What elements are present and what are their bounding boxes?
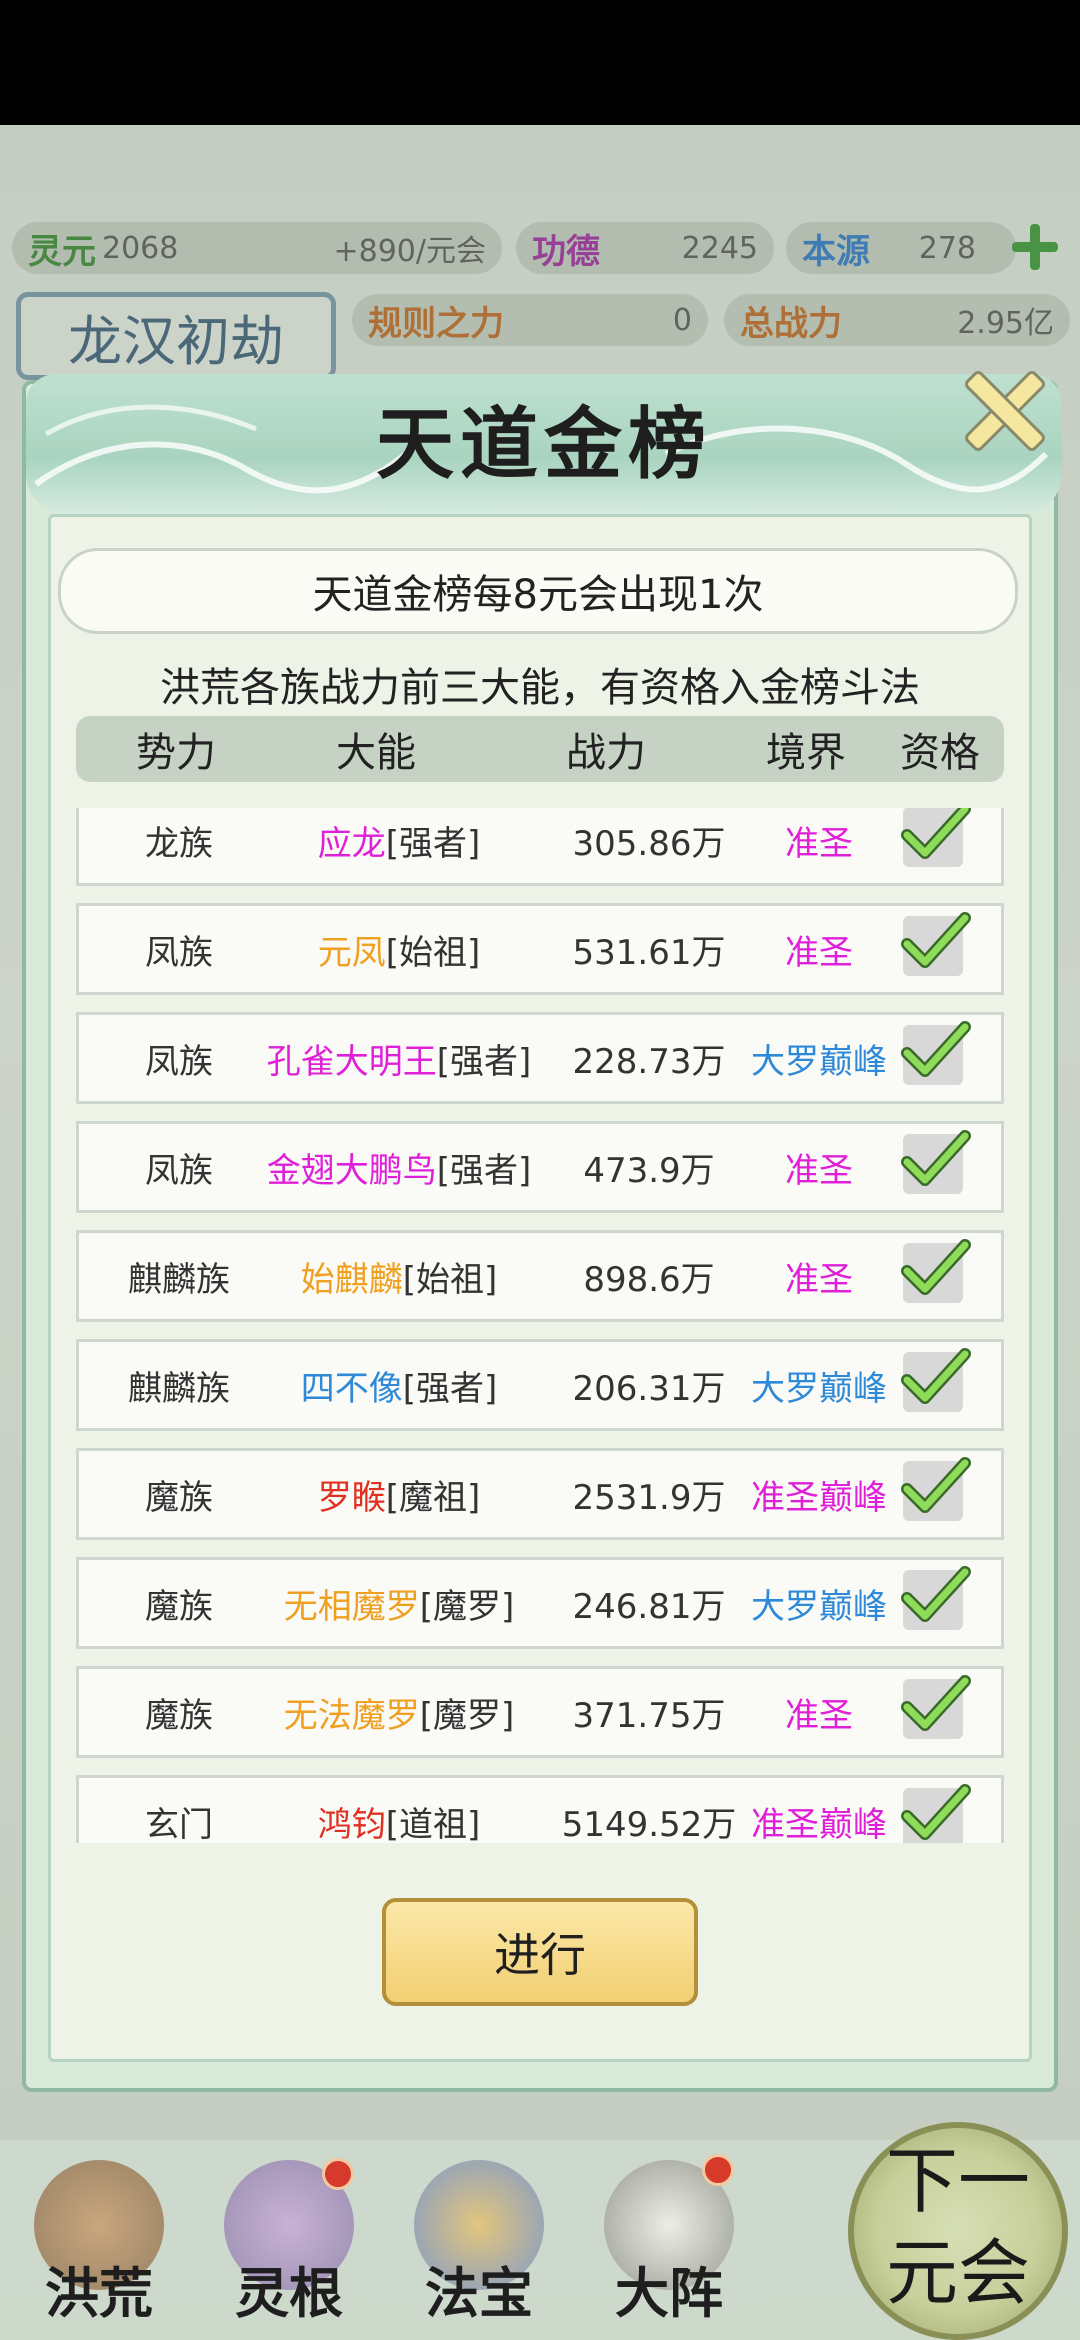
row-title-text: [强者] [385,823,481,864]
row-title-text: [魔罗] [419,1586,515,1627]
row-name: 无法魔罗[魔罗] [239,1688,559,1737]
table-row: 玄门 鸿钧[道祖] 5149.52万 准圣巅峰 [76,1775,1004,1843]
proceed-button[interactable]: 进行 [382,1898,698,2006]
info-banner: 天道金榜每8元会出现1次 [58,548,1018,634]
row-name-text: 四不像 [300,1368,403,1409]
row-realm: 准圣 [785,932,853,973]
row-qualification [901,1239,971,1309]
check-icon [901,912,971,976]
row-realm: 大罗巅峰 [751,1586,887,1627]
nav-label-honghuang: 洪荒 [45,2261,153,2325]
nav-label-dazhen: 大阵 [615,2261,723,2325]
row-name-text: 无法魔罗 [283,1695,420,1736]
table-row: 麒麟族 四不像[强者] 206.31万 大罗巅峰 [76,1339,1004,1431]
check-icon [901,1239,971,1303]
row-name-text: 始麒麟 [300,1259,403,1300]
check-icon [901,1130,971,1194]
row-name-text: 金翅大鹏鸟 [266,1150,437,1191]
row-name-text: 应龙 [317,823,386,864]
table-row: 凤族 元凤[始祖] 531.61万 准圣 [76,903,1004,995]
table-header: 势力 大能 战力 境界 资格 [76,716,1004,782]
row-name-text: 元凤 [317,932,386,973]
table-row: 麒麟族 始麒麟[始祖] 898.6万 准圣 [76,1230,1004,1322]
header-realm: 境界 [766,730,846,776]
check-icon [901,1784,971,1843]
table-row: 龙族 应龙[强者] 305.86万 准圣 [76,808,1004,886]
modal-header: 天道金榜 [26,374,1062,514]
close-button[interactable] [952,358,1052,458]
nav-item-linggen[interactable]: 灵根 [204,2140,374,2340]
row-qualification [901,912,971,982]
next-era-button[interactable]: 下一 元会 [848,2122,1068,2340]
row-realm: 准圣 [785,823,853,864]
row-realm: 准圣巅峰 [751,1477,887,1518]
check-icon [901,1566,971,1630]
notification-badge [702,2154,734,2186]
modal-title: 天道金榜 [375,399,712,490]
row-name: 鸿钧[道祖] [239,1797,559,1844]
header-qualification: 资格 [900,730,980,776]
row-name-text: 无相魔罗 [283,1586,420,1627]
check-icon [901,1348,971,1412]
row-name-text: 孔雀大明王 [266,1041,437,1082]
row-qualification [901,1021,971,1091]
header-power: 战力 [566,730,646,776]
row-name: 金翅大鹏鸟[强者] [239,1143,559,1192]
row-title-text: [强者] [436,1041,532,1082]
row-name: 四不像[强者] [239,1361,559,1410]
next-era-line1: 下一 [885,2139,1030,2223]
nav-item-fabao[interactable]: 法宝 [394,2140,564,2340]
row-title-text: [始祖] [385,932,481,973]
row-name: 孔雀大明王[强者] [239,1034,559,1083]
header-name: 大能 [336,730,416,776]
nav-label-linggen: 灵根 [235,2261,343,2325]
close-icon [962,368,1042,448]
row-qualification [901,1130,971,1200]
table-row: 魔族 无相魔罗[魔罗] 246.81万 大罗巅峰 [76,1557,1004,1649]
row-qualification [901,1675,971,1745]
row-realm: 大罗巅峰 [751,1041,887,1082]
row-name-text: 罗睺 [317,1477,386,1518]
row-qualification [901,808,971,873]
next-era-line2: 元会 [885,2231,1030,2315]
row-qualification [901,1784,971,1843]
row-title-text: [始祖] [402,1259,498,1300]
ranking-list[interactable]: 龙族 应龙[强者] 305.86万 准圣凤族 元凤[始祖] 531.61万 准圣 凤族 孔雀大明… [76,808,1004,1843]
table-row: 魔族 无法魔罗[魔罗] 371.75万 准圣 [76,1666,1004,1758]
row-realm: 大罗巅峰 [751,1368,887,1409]
row-realm: 准圣巅峰 [751,1804,887,1844]
row-name: 罗睺[魔祖] [239,1470,559,1519]
status-bar [0,0,1080,125]
row-name: 无相魔罗[魔罗] [239,1579,559,1628]
row-title-text: [强者] [436,1150,532,1191]
check-icon [901,1457,971,1521]
row-realm: 准圣 [785,1259,853,1300]
row-name: 始麒麟[始祖] [239,1252,559,1301]
row-title-text: [魔罗] [419,1695,515,1736]
nav-item-honghuang[interactable]: 洪荒 [14,2140,184,2340]
check-icon [901,1675,971,1739]
ranking-list-track: 龙族 应龙[强者] 305.86万 准圣凤族 元凤[始祖] 531.61万 准圣 凤族 孔雀大明… [76,808,1004,1843]
row-realm: 准圣 [785,1150,853,1191]
row-realm: 准圣 [785,1695,853,1736]
header-faction: 势力 [136,730,216,776]
nav-item-dazhen[interactable]: 大阵 [584,2140,754,2340]
check-icon [901,1021,971,1085]
modal-subtitle: 洪荒各族战力前三大能，有资格入金榜斗法 [160,665,920,711]
row-name: 元凤[始祖] [239,925,559,974]
row-title-text: [魔祖] [385,1477,481,1518]
table-row: 凤族 金翅大鹏鸟[强者] 473.9万 准圣 [76,1121,1004,1213]
notification-badge [322,2158,354,2190]
row-name-text: 鸿钧 [317,1804,386,1844]
table-row: 魔族 罗睺[魔祖] 2531.9万 准圣巅峰 [76,1448,1004,1540]
row-qualification [901,1566,971,1636]
row-qualification [901,1457,971,1527]
check-icon [901,808,971,867]
nav-label-fabao: 法宝 [425,2261,533,2325]
row-title-text: [强者] [402,1368,498,1409]
row-qualification [901,1348,971,1418]
row-title-text: [道祖] [385,1804,481,1844]
table-row: 凤族 孔雀大明王[强者] 228.73万 大罗巅峰 [76,1012,1004,1104]
row-name: 应龙[强者] [239,816,559,865]
